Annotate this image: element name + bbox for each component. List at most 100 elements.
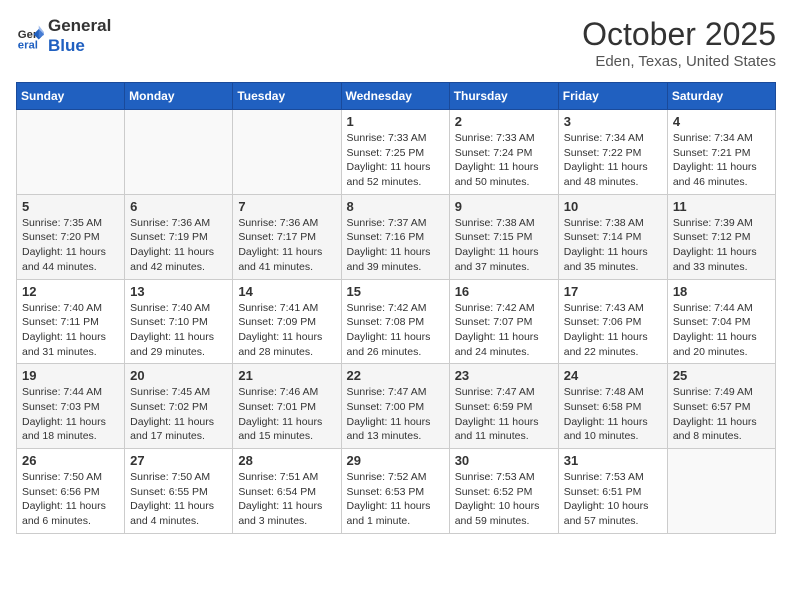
page-header: Gen eral General Blue October 2025 Eden,… <box>16 16 776 70</box>
day-info: Sunrise: 7:47 AM Sunset: 7:00 PM Dayligh… <box>347 385 444 444</box>
day-info: Sunrise: 7:33 AM Sunset: 7:25 PM Dayligh… <box>347 131 444 190</box>
day-cell-25: 25 Sunrise: 7:49 AM Sunset: 6:57 PM Dayli… <box>667 364 775 449</box>
day-cell-18: 18Sunrise: 7:44 AM Sunset: 7:04 PM Dayli… <box>667 279 775 364</box>
day-cell-3: 3 Sunrise: 7:34 AM Sunset: 7:22 PM Daylig… <box>558 110 667 195</box>
day-cell-10: 10 Sunrise: 7:38 AM Sunset: 7:14 PM Dayli… <box>558 194 667 279</box>
week-row-1: 1 Sunrise: 7:33 AM Sunset: 7:25 PM Daylig… <box>17 110 776 195</box>
day-cell-23: 23 Sunrise: 7:47 AM Sunset: 6:59 PM Dayli… <box>449 364 558 449</box>
title-area: October 2025 Eden, Texas, United States <box>582 16 776 70</box>
day-number: 6 <box>130 199 227 214</box>
empty-cell <box>233 110 341 195</box>
month-title: October 2025 <box>582 16 776 53</box>
day-number: 26 <box>22 453 119 468</box>
day-number: 28 <box>238 453 335 468</box>
day-cell-19: 19 Sunrise: 7:44 AM Sunset: 7:03 PM Dayli… <box>17 364 125 449</box>
day-info: Sunrise: 7:43 AM Sunset: 7:06 PM Dayligh… <box>564 301 662 360</box>
day-cell-14: 14Sunrise: 7:41 AM Sunset: 7:09 PM Dayli… <box>233 279 341 364</box>
day-cell-26: 26 Sunrise: 7:50 AM Sunset: 6:56 PM Dayli… <box>17 449 125 534</box>
day-info: Sunrise: 7:45 AM Sunset: 7:02 PM Dayligh… <box>130 385 227 444</box>
day-cell-30: 30 Sunrise: 7:53 AM Sunset: 6:52 PM Dayli… <box>449 449 558 534</box>
calendar-table: SundayMondayTuesdayWednesdayThursdayFrid… <box>16 82 776 534</box>
day-info: Sunrise: 7:50 AM Sunset: 6:55 PM Dayligh… <box>130 470 227 529</box>
day-number: 2 <box>455 114 553 129</box>
day-info: Sunrise: 7:53 AM Sunset: 6:52 PM Dayligh… <box>455 470 553 529</box>
day-number: 17 <box>564 284 662 299</box>
day-cell-5: 5Sunrise: 7:35 AM Sunset: 7:20 PM Daylig… <box>17 194 125 279</box>
day-number: 9 <box>455 199 553 214</box>
day-info: Sunrise: 7:37 AM Sunset: 7:16 PM Dayligh… <box>347 216 444 275</box>
day-info: Sunrise: 7:41 AM Sunset: 7:09 PM Dayligh… <box>238 301 335 360</box>
day-info: Sunrise: 7:51 AM Sunset: 6:54 PM Dayligh… <box>238 470 335 529</box>
day-info: Sunrise: 7:34 AM Sunset: 7:21 PM Dayligh… <box>673 131 770 190</box>
day-number: 11 <box>673 199 770 214</box>
day-cell-11: 11 Sunrise: 7:39 AM Sunset: 7:12 PM Dayli… <box>667 194 775 279</box>
location-title: Eden, Texas, United States <box>582 53 776 70</box>
day-number: 30 <box>455 453 553 468</box>
empty-cell <box>125 110 233 195</box>
day-number: 24 <box>564 368 662 383</box>
week-row-5: 26 Sunrise: 7:50 AM Sunset: 6:56 PM Dayli… <box>17 449 776 534</box>
day-number: 3 <box>564 114 662 129</box>
logo-icon: Gen eral <box>16 22 44 50</box>
weekday-header-saturday: Saturday <box>667 83 775 110</box>
day-info: Sunrise: 7:42 AM Sunset: 7:07 PM Dayligh… <box>455 301 553 360</box>
weekday-header-sunday: Sunday <box>17 83 125 110</box>
day-info: Sunrise: 7:44 AM Sunset: 7:03 PM Dayligh… <box>22 385 119 444</box>
svg-text:eral: eral <box>18 40 38 51</box>
day-cell-24: 24Sunrise: 7:48 AM Sunset: 6:58 PM Dayli… <box>558 364 667 449</box>
weekday-header-monday: Monday <box>125 83 233 110</box>
day-cell-15: 15 Sunrise: 7:42 AM Sunset: 7:08 PM Dayli… <box>341 279 449 364</box>
weekday-header-thursday: Thursday <box>449 83 558 110</box>
day-number: 12 <box>22 284 119 299</box>
day-info: Sunrise: 7:39 AM Sunset: 7:12 PM Dayligh… <box>673 216 770 275</box>
day-cell-6: 6Sunrise: 7:36 AM Sunset: 7:19 PM Daylig… <box>125 194 233 279</box>
day-number: 20 <box>130 368 227 383</box>
day-cell-31: 31 Sunrise: 7:53 AM Sunset: 6:51 PM Dayli… <box>558 449 667 534</box>
weekday-header-tuesday: Tuesday <box>233 83 341 110</box>
day-info: Sunrise: 7:47 AM Sunset: 6:59 PM Dayligh… <box>455 385 553 444</box>
day-cell-7: 7 Sunrise: 7:36 AM Sunset: 7:17 PM Daylig… <box>233 194 341 279</box>
day-number: 21 <box>238 368 335 383</box>
day-number: 16 <box>455 284 553 299</box>
day-cell-28: 28 Sunrise: 7:51 AM Sunset: 6:54 PM Dayli… <box>233 449 341 534</box>
day-number: 29 <box>347 453 444 468</box>
day-info: Sunrise: 7:53 AM Sunset: 6:51 PM Dayligh… <box>564 470 662 529</box>
day-number: 10 <box>564 199 662 214</box>
day-number: 1 <box>347 114 444 129</box>
day-info: Sunrise: 7:36 AM Sunset: 7:17 PM Dayligh… <box>238 216 335 275</box>
day-cell-2: 2Sunrise: 7:33 AM Sunset: 7:24 PM Daylig… <box>449 110 558 195</box>
day-cell-21: 21Sunrise: 7:46 AM Sunset: 7:01 PM Dayli… <box>233 364 341 449</box>
day-info: Sunrise: 7:34 AM Sunset: 7:22 PM Dayligh… <box>564 131 662 190</box>
day-number: 25 <box>673 368 770 383</box>
day-info: Sunrise: 7:35 AM Sunset: 7:20 PM Dayligh… <box>22 216 119 275</box>
week-row-2: 5Sunrise: 7:35 AM Sunset: 7:20 PM Daylig… <box>17 194 776 279</box>
day-cell-12: 12 Sunrise: 7:40 AM Sunset: 7:11 PM Dayli… <box>17 279 125 364</box>
day-number: 18 <box>673 284 770 299</box>
day-number: 27 <box>130 453 227 468</box>
day-info: Sunrise: 7:38 AM Sunset: 7:14 PM Dayligh… <box>564 216 662 275</box>
day-cell-13: 13Sunrise: 7:40 AM Sunset: 7:10 PM Dayli… <box>125 279 233 364</box>
day-cell-4: 4 Sunrise: 7:34 AM Sunset: 7:21 PM Daylig… <box>667 110 775 195</box>
day-info: Sunrise: 7:50 AM Sunset: 6:56 PM Dayligh… <box>22 470 119 529</box>
day-cell-27: 27 Sunrise: 7:50 AM Sunset: 6:55 PM Dayli… <box>125 449 233 534</box>
day-number: 15 <box>347 284 444 299</box>
day-number: 31 <box>564 453 662 468</box>
day-cell-8: 8Sunrise: 7:37 AM Sunset: 7:16 PM Daylig… <box>341 194 449 279</box>
day-cell-16: 16 Sunrise: 7:42 AM Sunset: 7:07 PM Dayli… <box>449 279 558 364</box>
day-info: Sunrise: 7:49 AM Sunset: 6:57 PM Dayligh… <box>673 385 770 444</box>
day-info: Sunrise: 7:52 AM Sunset: 6:53 PM Dayligh… <box>347 470 444 529</box>
empty-cell <box>17 110 125 195</box>
empty-cell <box>667 449 775 534</box>
day-info: Sunrise: 7:40 AM Sunset: 7:11 PM Dayligh… <box>22 301 119 360</box>
day-info: Sunrise: 7:42 AM Sunset: 7:08 PM Dayligh… <box>347 301 444 360</box>
day-cell-29: 29 Sunrise: 7:52 AM Sunset: 6:53 PM Dayli… <box>341 449 449 534</box>
day-number: 7 <box>238 199 335 214</box>
logo: Gen eral General Blue <box>16 16 111 57</box>
day-number: 4 <box>673 114 770 129</box>
weekday-header-wednesday: Wednesday <box>341 83 449 110</box>
day-info: Sunrise: 7:40 AM Sunset: 7:10 PM Dayligh… <box>130 301 227 360</box>
logo-line1: General <box>48 16 111 36</box>
day-number: 23 <box>455 368 553 383</box>
day-cell-22: 22Sunrise: 7:47 AM Sunset: 7:00 PM Dayli… <box>341 364 449 449</box>
day-number: 19 <box>22 368 119 383</box>
